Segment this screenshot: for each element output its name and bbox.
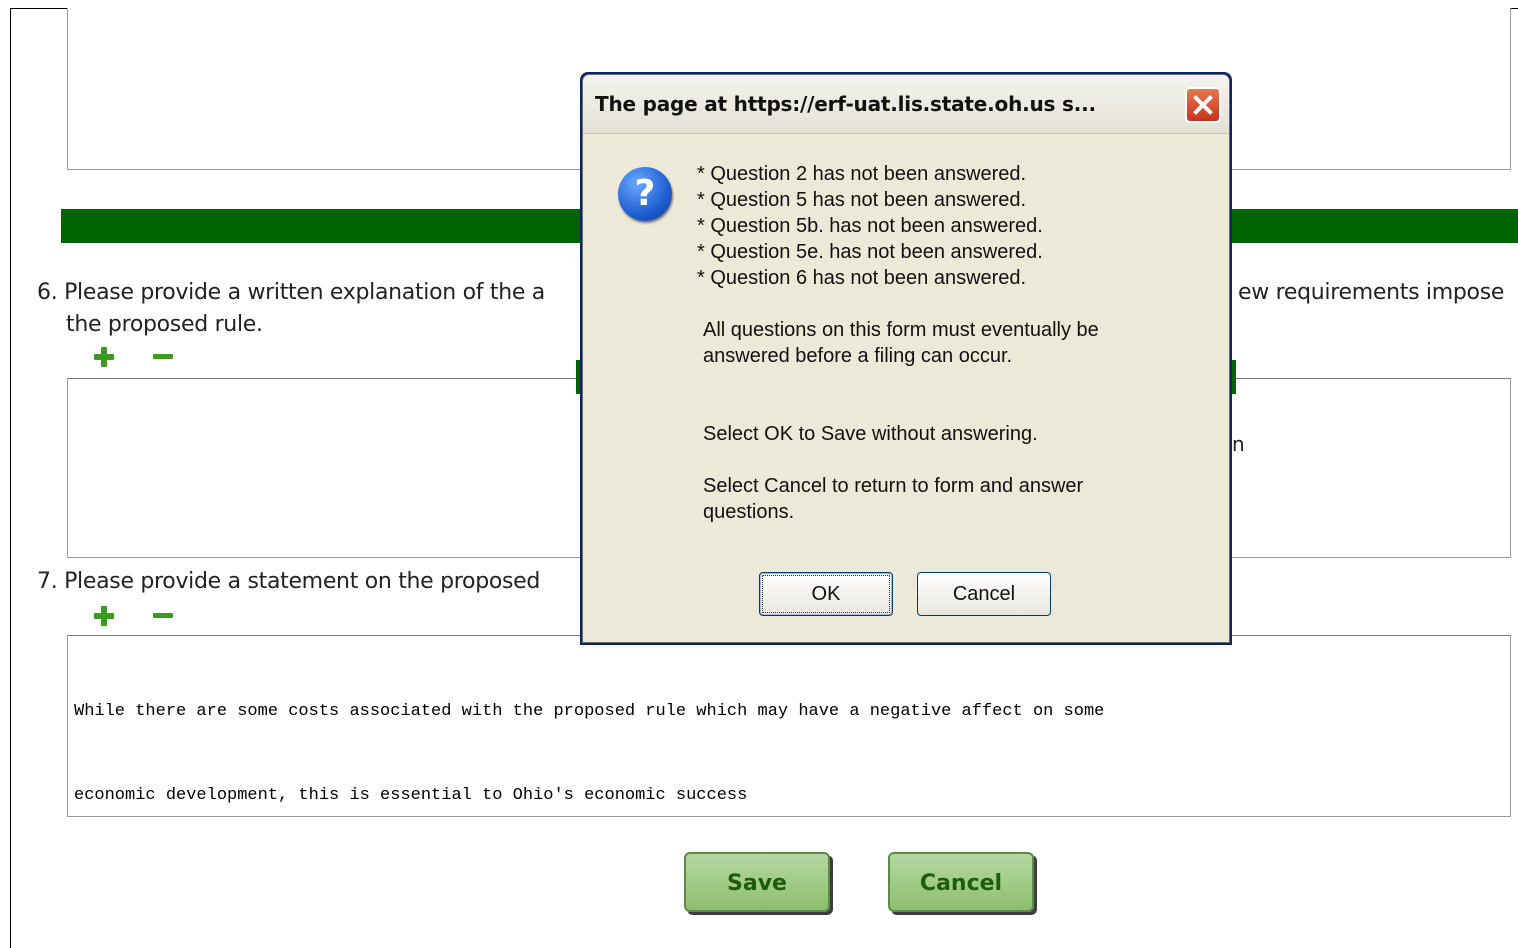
remove-row-minus-icon[interactable] bbox=[151, 344, 175, 368]
ok-button[interactable]: OK bbox=[759, 572, 893, 616]
unanswered-item: * Question 5e. has not been answered. bbox=[697, 241, 1043, 263]
add-row-plus-icon-7[interactable] bbox=[91, 603, 115, 627]
confirm-dialog: The page at https://erf-uat.lis.state.oh… bbox=[580, 72, 1232, 645]
green-edge-right bbox=[1232, 360, 1236, 394]
dialog-ok-instruction: Select OK to Save without answering. bbox=[703, 423, 1038, 445]
question-7-label: 7. Please provide a statement on the pro… bbox=[37, 569, 541, 594]
unanswered-item: * Question 2 has not been answered. bbox=[697, 163, 1027, 185]
dialog-cancel-button[interactable]: Cancel bbox=[917, 572, 1051, 616]
save-button[interactable]: Save bbox=[684, 852, 830, 912]
dialog-info-text: All questions on this form must eventual… bbox=[703, 319, 1099, 367]
cancel-button[interactable]: Cancel bbox=[888, 852, 1034, 912]
unanswered-list: * Question 2 has not been answered. * Qu… bbox=[697, 161, 1043, 291]
close-icon[interactable] bbox=[1185, 87, 1221, 123]
answer-textarea-7[interactable]: While there are some costs associated wi… bbox=[67, 635, 1511, 817]
remove-row-minus-icon-7[interactable] bbox=[151, 603, 175, 627]
dialog-titlebar[interactable]: The page at https://erf-uat.lis.state.oh… bbox=[583, 75, 1229, 134]
answer-7-line-1: While there are some costs associated wi… bbox=[74, 702, 1105, 721]
unanswered-item: * Question 6 has not been answered. bbox=[697, 267, 1027, 289]
unanswered-item: * Question 5b. has not been answered. bbox=[697, 215, 1043, 237]
unanswered-item: * Question 5 has not been answered. bbox=[697, 189, 1027, 211]
question-icon: ? bbox=[618, 167, 672, 221]
question-6-text-end: ew requirements impose bbox=[1238, 280, 1505, 305]
answer-7-line-2: economic development, this is essential … bbox=[74, 786, 748, 805]
dialog-title: The page at https://erf-uat.lis.state.oh… bbox=[595, 92, 1096, 116]
add-row-plus-icon[interactable] bbox=[91, 344, 115, 368]
clipped-text-fragment: n bbox=[1232, 432, 1245, 456]
dialog-body: The page at https://erf-uat.lis.state.oh… bbox=[582, 74, 1230, 643]
dialog-cancel-instruction: Select Cancel to return to form and answ… bbox=[703, 475, 1084, 523]
